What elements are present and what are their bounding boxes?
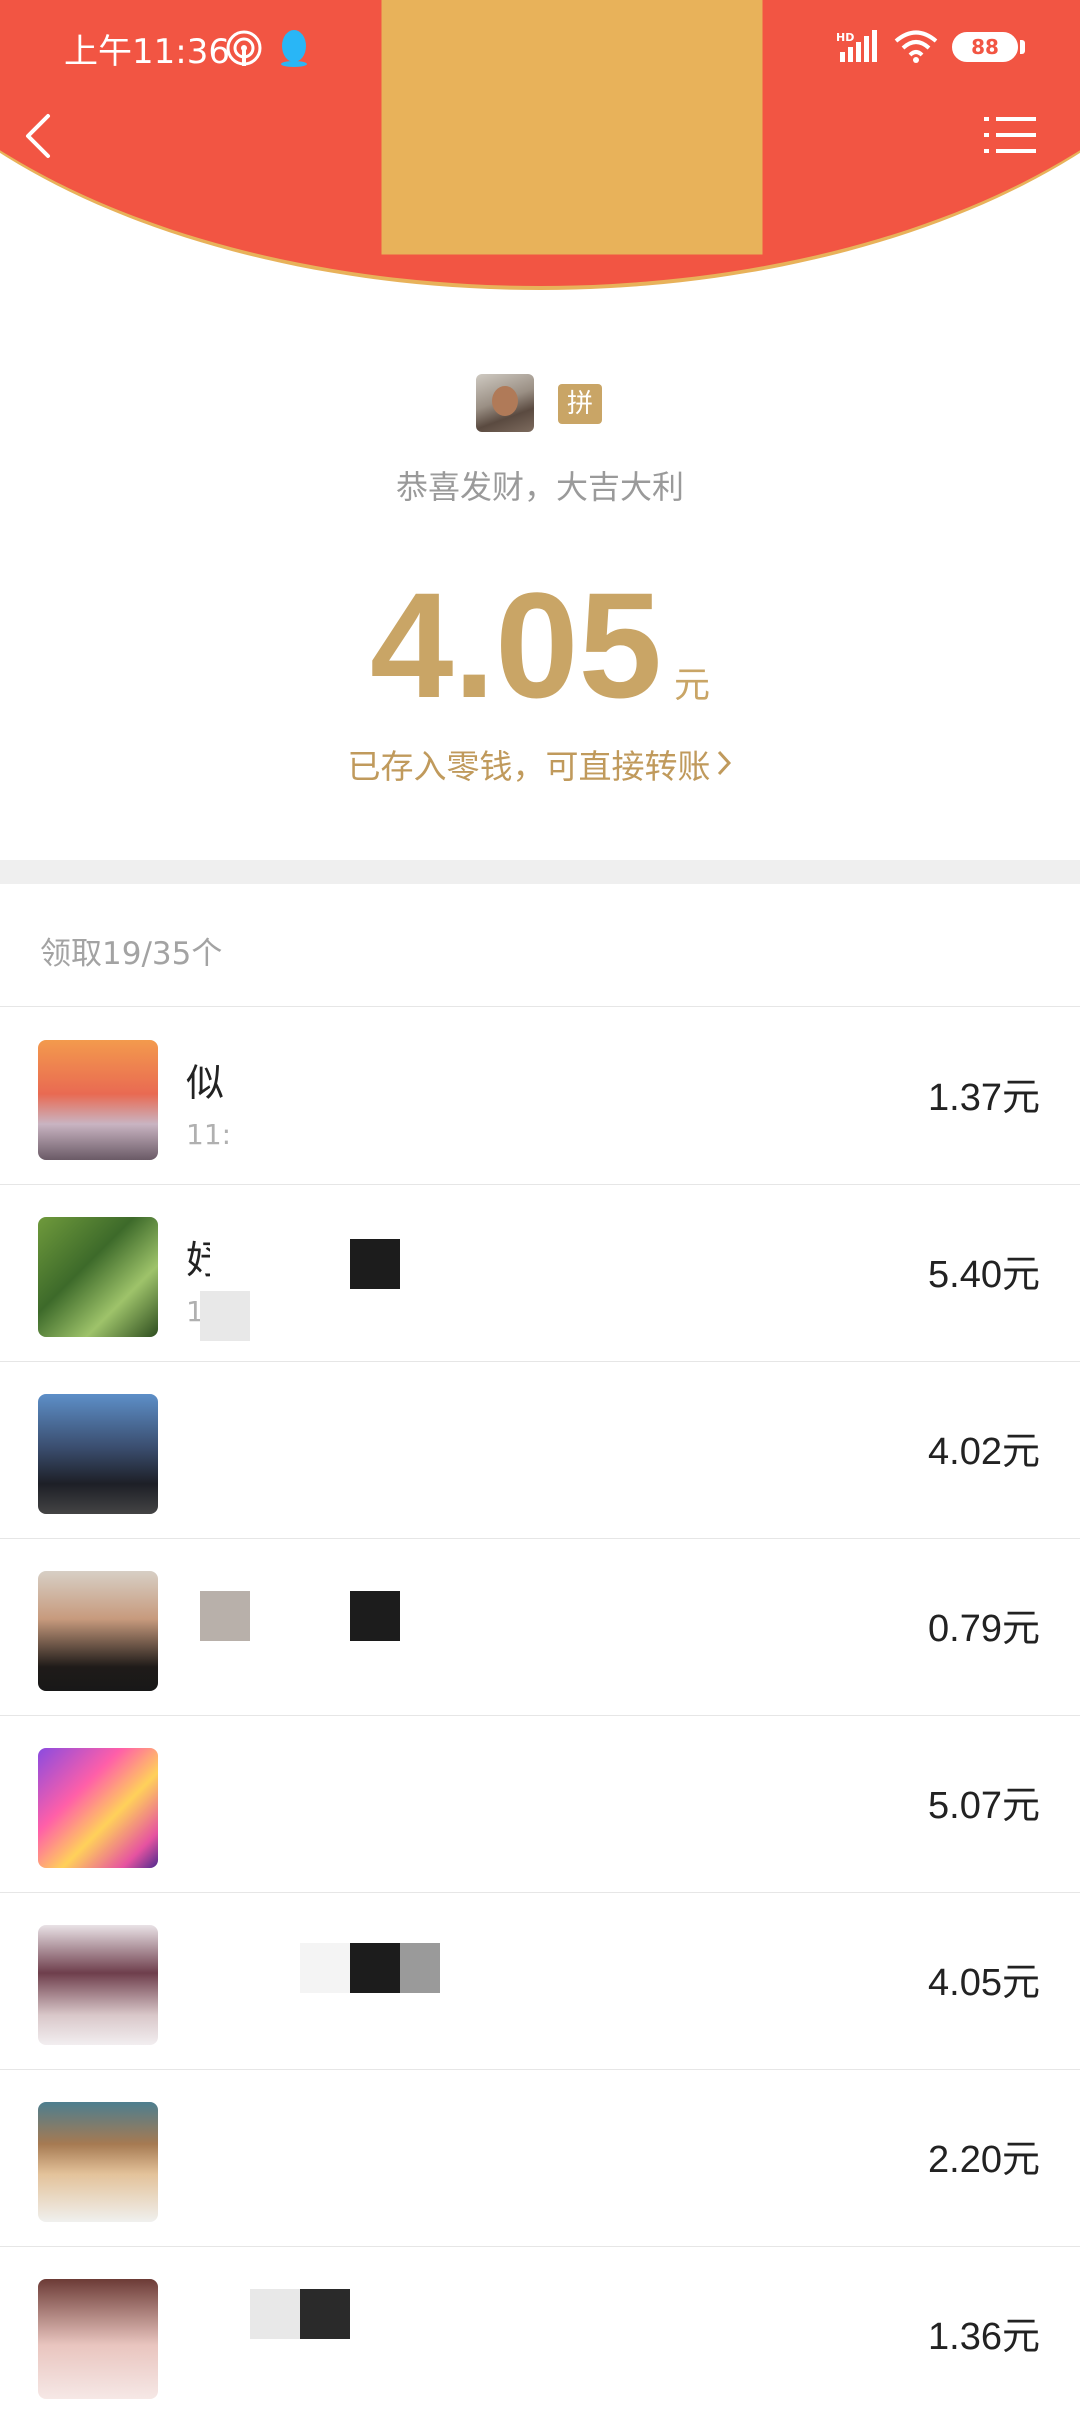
- list-item[interactable]: 似 11: 1.37元: [0, 1008, 1080, 1185]
- svg-text:HD: HD: [836, 31, 854, 44]
- battery-indicator: 88: [952, 32, 1018, 62]
- list-item[interactable]: 2.20元: [0, 2070, 1080, 2247]
- received-amount: 4.05 元: [0, 570, 1080, 720]
- list-item-amount: 4.05元: [928, 1962, 1040, 2004]
- list-item[interactable]: 妤 1 5.40元: [0, 1185, 1080, 1362]
- list-item-amount: 0.79元: [928, 1608, 1040, 1650]
- list-item-amount: 4.02元: [928, 1431, 1040, 1473]
- pin-badge: 拼: [558, 384, 602, 424]
- header: 上午11:36 HD 88: [0, 0, 1080, 300]
- status-time: 上午11:36: [64, 32, 230, 72]
- list-item-amount: 5.40元: [928, 1254, 1040, 1296]
- blessing-text: 恭喜发财，大吉大利: [395, 468, 684, 506]
- amount-unit: 元: [673, 665, 710, 706]
- list-top-divider: [0, 1006, 1080, 1007]
- list-item[interactable]: 5.07元: [0, 1716, 1080, 1893]
- list-item-amount: 1.37元: [928, 1077, 1040, 1119]
- list-item-name: 似: [186, 1061, 225, 1105]
- wallet-link-label: 已存入零钱，可直接转账: [347, 747, 711, 786]
- sender-row: 拼: [0, 374, 1080, 438]
- avatar[interactable]: [38, 1394, 158, 1514]
- avatar[interactable]: [38, 1217, 158, 1337]
- section-divider: [0, 860, 1080, 884]
- avatar[interactable]: [38, 2102, 158, 2222]
- list-item[interactable]: 1.36元: [0, 2247, 1080, 2424]
- list-item[interactable]: 0.79元: [0, 1539, 1080, 1716]
- chevron-right-icon: [717, 750, 731, 776]
- list-item[interactable]: 4.05元: [0, 1893, 1080, 2070]
- qq-penguin-icon: [281, 30, 307, 67]
- avatar[interactable]: [38, 2279, 158, 2399]
- list-menu-icon[interactable]: [984, 114, 1036, 156]
- list-item[interactable]: 4.02元: [0, 1362, 1080, 1539]
- status-bar: 上午11:36 HD 88: [0, 0, 1080, 96]
- avatar[interactable]: [38, 1925, 158, 2045]
- hotspot-icon: [226, 30, 262, 66]
- amount-value: 4.05: [370, 561, 662, 729]
- battery-tip: [1020, 40, 1025, 54]
- wallet-link[interactable]: 已存入零钱，可直接转账: [0, 740, 1080, 788]
- sender-avatar[interactable]: [476, 374, 534, 432]
- claimed-count: 领取19/35个: [40, 936, 223, 972]
- list-item-amount: 1.36元: [928, 2316, 1040, 2358]
- wifi-icon: [894, 30, 938, 63]
- avatar[interactable]: [38, 1748, 158, 1868]
- signal-hd-icon: HD: [836, 30, 877, 62]
- list-item-time: 11:: [186, 1118, 232, 1151]
- list-item-amount: 5.07元: [928, 1785, 1040, 1827]
- list-item-amount: 2.20元: [928, 2139, 1040, 2181]
- avatar[interactable]: [38, 1040, 158, 1160]
- back-button[interactable]: [18, 110, 58, 162]
- avatar[interactable]: [38, 1571, 158, 1691]
